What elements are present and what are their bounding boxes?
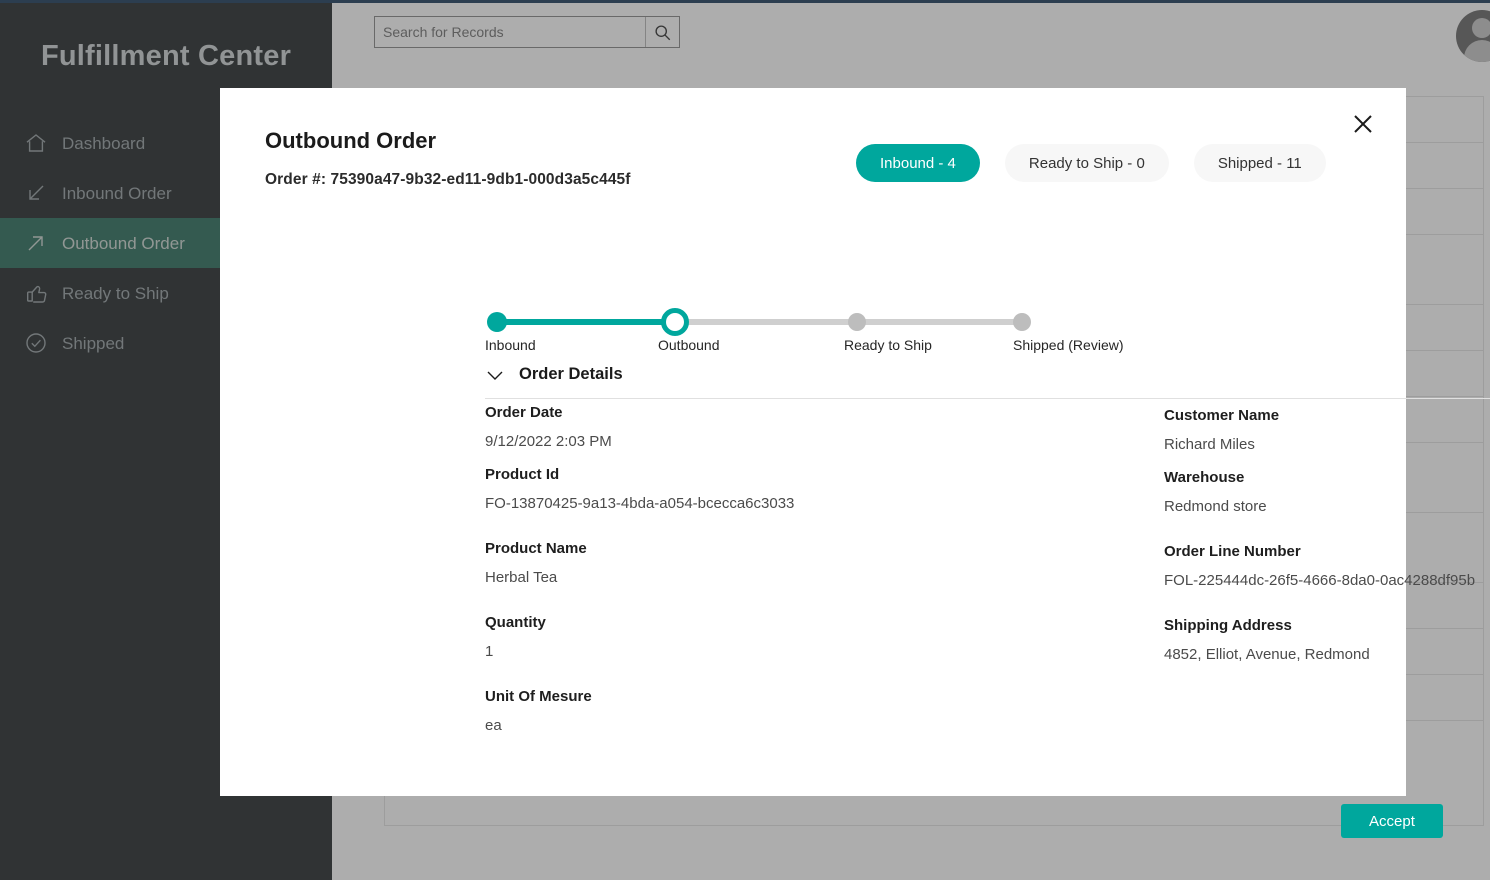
field-label: Quantity [485, 614, 546, 631]
stepper-track-fill [495, 319, 675, 325]
field-product-id: Product Id FO-13870425-9a13-4bda-a054-bc… [485, 466, 1125, 512]
chevron-down-icon [487, 371, 503, 380]
close-icon [1354, 115, 1372, 133]
tab-inbound[interactable]: Inbound - 4 [856, 144, 980, 182]
accept-button[interactable]: Accept [1341, 804, 1443, 838]
app-root: Fulfillment Center Dashboard [0, 0, 1490, 880]
field-value: Richard Miles [1164, 436, 1255, 453]
field-label: Unit Of Mesure [485, 688, 592, 705]
field-value: FO-13870425-9a13-4bda-a054-bcecca6c3033 [485, 495, 795, 512]
field-customer-name: Customer Name Richard Miles [1164, 407, 1490, 453]
stepper-label-shipped: Shipped (Review) [1013, 337, 1124, 353]
field-label: Shipping Address [1164, 617, 1292, 634]
details-left-column: Order Date 9/12/2022 2:03 PM Product Id … [485, 404, 1125, 750]
details-right-column: Customer Name Richard Miles Warehouse Re… [1164, 407, 1490, 679]
outbound-order-modal: Outbound Order Order #: 75390a47-9b32-ed… [220, 88, 1490, 838]
stepper-label-ready-to-ship: Ready to Ship [844, 337, 932, 353]
field-product-name: Product Name Herbal Tea [485, 540, 1125, 586]
stepper-node-inbound[interactable] [487, 312, 507, 332]
section-divider [485, 398, 1490, 399]
stepper-label-outbound: Outbound [658, 337, 720, 353]
stepper-node-ready-to-ship[interactable] [848, 313, 866, 331]
field-order-line-number: Order Line Number FOL-225444dc-26f5-4666… [1164, 543, 1490, 589]
field-value: 1 [485, 643, 494, 660]
close-button[interactable] [1347, 108, 1379, 140]
window-chrome-bar [0, 0, 1490, 3]
tab-ready-to-ship[interactable]: Ready to Ship - 0 [1004, 144, 1169, 182]
field-value: Redmond store [1164, 498, 1267, 515]
tab-shipped[interactable]: Shipped - 11 [1193, 144, 1326, 182]
field-value: ea [485, 717, 502, 734]
modal-title: Outbound Order [265, 128, 437, 153]
order-progress-stepper: Inbound Outbound Ready to Ship Shipped (… [485, 304, 1124, 364]
field-label: Order Line Number [1164, 543, 1301, 560]
field-unit-of-measure: Unit Of Mesure ea [485, 688, 1125, 734]
field-label: Product Id [485, 466, 560, 483]
field-label: Order Date [485, 404, 563, 421]
field-label: Warehouse [1164, 469, 1245, 486]
stepper-node-outbound[interactable] [661, 308, 689, 336]
modal-actions: Accept Decline Order [1341, 804, 1490, 838]
order-number: Order #: 75390a47-9b32-ed11-9db1-000d3a5… [265, 171, 631, 188]
field-quantity: Quantity 1 [485, 614, 1125, 660]
field-label: Customer Name [1164, 407, 1280, 424]
stepper-node-shipped[interactable] [1013, 313, 1031, 331]
field-value: 9/12/2022 2:03 PM [485, 433, 612, 450]
field-value: FOL-225444dc-26f5-4666-8da0-0ac4288df95b [1164, 572, 1476, 589]
field-order-date: Order Date 9/12/2022 2:03 PM [485, 404, 1125, 450]
field-warehouse: Warehouse Redmond store [1164, 469, 1490, 515]
field-label: Product Name [485, 540, 587, 557]
order-details-title: Order Details [519, 365, 623, 383]
field-value: 4852, Elliot, Avenue, Redmond [1164, 646, 1370, 663]
field-value: Herbal Tea [485, 569, 558, 586]
status-tabs: Inbound - 4 Ready to Ship - 0 Shipped - … [856, 144, 1326, 182]
field-shipping-address: Shipping Address 4852, Elliot, Avenue, R… [1164, 617, 1490, 663]
stepper-label-inbound: Inbound [485, 337, 536, 353]
order-details-section-toggle[interactable]: Order Details [485, 365, 623, 384]
